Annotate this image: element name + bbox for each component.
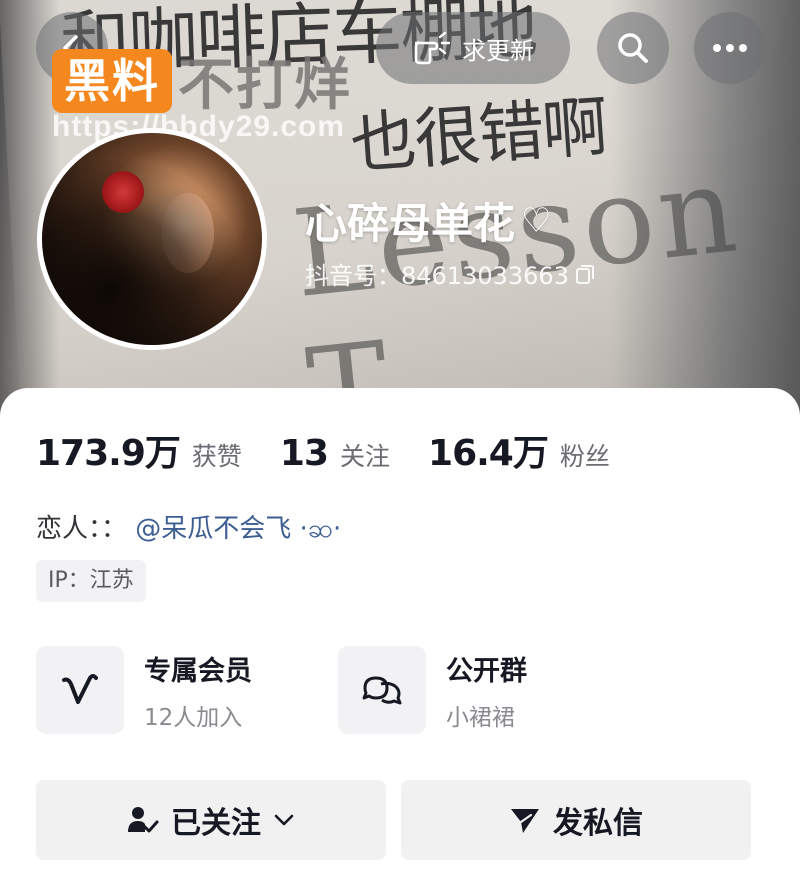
stat-likes[interactable]: 173.9万 获赞	[36, 424, 242, 476]
public-group-entry[interactable]: 公开群 小裙裙	[338, 646, 527, 734]
member-icon-box	[36, 646, 124, 734]
bio-mention-link[interactable]: @呆瓜不会飞 ·ဆ·	[135, 514, 341, 544]
account-id-text: 抖音号：84613033663	[305, 262, 569, 290]
stat-following-label: 关注	[340, 442, 391, 471]
search-button[interactable]	[597, 12, 669, 84]
search-icon	[618, 33, 648, 63]
chevron-down-icon	[274, 814, 294, 826]
avatar[interactable]	[37, 128, 267, 350]
request-update-label: 求更新	[462, 36, 534, 65]
request-update-button[interactable]: 求更新	[376, 12, 570, 84]
send-icon	[511, 809, 539, 833]
ip-location-tag: IP：江苏	[36, 560, 146, 602]
watermark-badge: 黑料	[52, 48, 172, 113]
stat-likes-value: 173.9万	[36, 433, 181, 474]
group-title: 公开群	[446, 655, 527, 687]
send-message-label: 发私信	[553, 806, 643, 841]
exclusive-member-entry[interactable]: 专属会员 12人加入	[36, 646, 252, 734]
nickname-text: 心碎母单花	[305, 199, 516, 248]
v-logo-icon	[62, 674, 98, 704]
stat-followers[interactable]: 16.4万 粉丝	[428, 424, 610, 476]
account-id[interactable]: 抖音号：84613033663	[305, 256, 595, 291]
copy-icon	[575, 264, 594, 284]
nickname-heart: ♡	[521, 200, 552, 241]
group-subtitle: 小裙裙	[446, 704, 515, 731]
profile-info-card: 173.9万 获赞 13 关注 16.4万 粉丝 恋人：： @呆瓜不会飞 ·ဆ·…	[0, 388, 800, 883]
stat-following[interactable]: 13 关注	[280, 433, 390, 474]
stats-row: 173.9万 获赞 13 关注 16.4万 粉丝	[36, 424, 648, 476]
chat-bubbles-icon	[362, 676, 402, 705]
stat-following-value: 13	[279, 433, 329, 474]
stat-likes-label: 获赞	[191, 442, 242, 471]
bio-prefix: 恋人：：	[36, 514, 128, 544]
user-check-icon	[128, 807, 159, 833]
watermark-text: 不打烊	[178, 53, 352, 118]
group-icon-box	[338, 646, 426, 734]
following-label: 已关注	[171, 806, 261, 841]
send-message-button[interactable]: 发私信	[401, 780, 751, 860]
stat-followers-label: 粉丝	[559, 442, 610, 471]
avatar-hair	[42, 133, 262, 345]
avatar-flower	[102, 171, 144, 213]
hand-point-icon	[414, 31, 451, 65]
stat-followers-value: 16.4万	[428, 433, 549, 474]
more-button[interactable]	[694, 12, 766, 84]
member-title: 专属会员	[144, 655, 252, 687]
profile-bio: 恋人：： @呆瓜不会飞 ·ဆ·	[36, 508, 341, 550]
site-watermark: 黑料 不打烊	[52, 40, 352, 121]
profile-nickname: 心碎母单花 ♡	[305, 190, 552, 251]
following-button[interactable]: 已关注	[36, 780, 386, 860]
more-icon	[713, 44, 747, 52]
member-subtitle: 12人加入	[144, 704, 243, 731]
